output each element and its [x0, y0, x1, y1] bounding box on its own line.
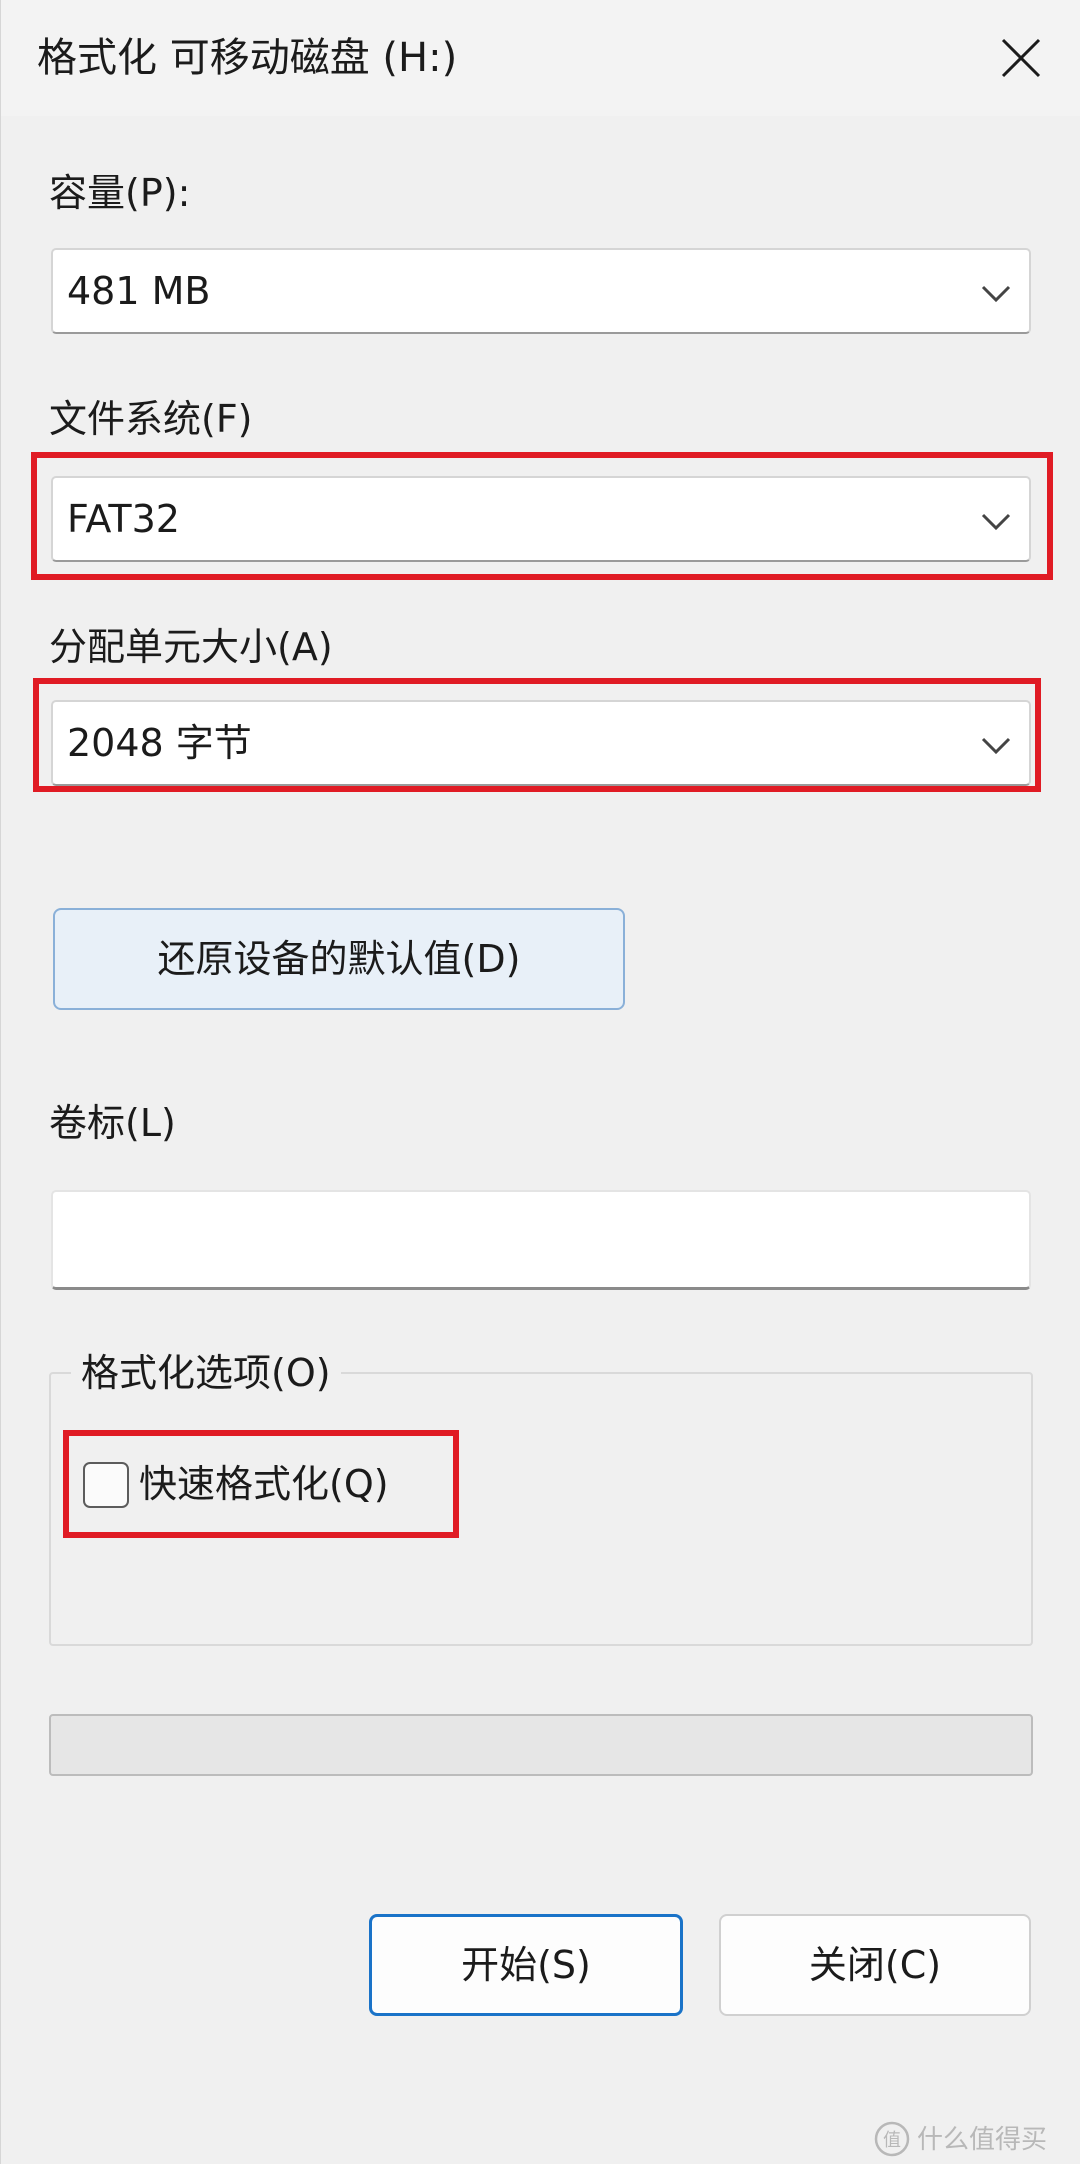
chevron-down-icon — [981, 513, 1011, 531]
start-button[interactable]: 开始(S) — [369, 1914, 683, 2016]
capacity-select[interactable]: 481 MB — [51, 248, 1031, 334]
capacity-label: 容量(P): — [49, 171, 191, 215]
volume-label-label: 卷标(L) — [49, 1101, 176, 1145]
file-system-select[interactable]: FAT32 — [51, 476, 1031, 562]
allocation-unit-label: 分配单元大小(A) — [49, 625, 333, 669]
close-window-button[interactable] — [991, 28, 1051, 88]
allocation-unit-select[interactable]: 2048 字节 — [51, 700, 1031, 786]
capacity-value: 481 MB — [67, 269, 211, 313]
close-icon — [1001, 38, 1041, 78]
svg-text:值: 值 — [883, 2130, 901, 2151]
format-options-legend: 格式化选项(O) — [71, 1348, 341, 1398]
title-bar: 格式化 可移动磁盘 (H:) — [1, 0, 1080, 116]
chevron-down-icon — [981, 737, 1011, 755]
window-title: 格式化 可移动磁盘 (H:) — [37, 35, 458, 81]
file-system-label: 文件系统(F) — [49, 397, 253, 441]
svg-text:什么值得买: 什么值得买 — [917, 2125, 1047, 2155]
format-dialog: 格式化 可移动磁盘 (H:) 容量(P): 481 MB 文件系统(F) FAT… — [0, 0, 1080, 2164]
file-system-value: FAT32 — [67, 497, 180, 541]
allocation-unit-value: 2048 字节 — [67, 721, 252, 765]
quick-format-label[interactable]: 快速格式化(Q) — [139, 1456, 389, 1512]
restore-defaults-button[interactable]: 还原设备的默认值(D) — [53, 908, 625, 1010]
watermark-logo: 值 什么值得买 — [874, 2121, 1047, 2157]
chevron-down-icon — [981, 285, 1011, 303]
volume-label-input[interactable] — [51, 1190, 1031, 1290]
close-button[interactable]: 关闭(C) — [719, 1914, 1031, 2016]
format-progress-bar — [49, 1714, 1033, 1776]
quick-format-checkbox[interactable] — [83, 1462, 129, 1508]
